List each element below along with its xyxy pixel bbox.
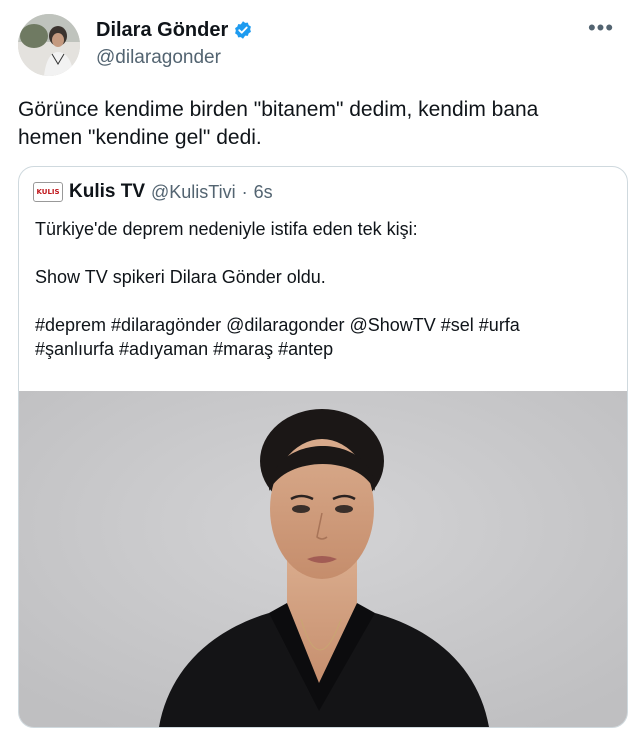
quoted-tweet[interactable]: KULIS Kulis TV @KulisTivi · 6s Türkiye'd… — [18, 166, 628, 728]
avatar[interactable] — [18, 14, 80, 76]
quoted-author-handle[interactable]: @KulisTivi — [151, 182, 236, 203]
portrait-photo — [19, 391, 627, 727]
tweet: Dilara Gönder @dilaragonder ••• Görünce … — [0, 0, 635, 732]
author-handle[interactable]: @dilaragonder — [96, 45, 253, 71]
avatar-photo — [18, 14, 80, 76]
quoted-author-name[interactable]: Kulis TV — [69, 181, 145, 203]
author-name[interactable]: Dilara Gönder — [96, 17, 228, 43]
verified-badge-icon — [233, 20, 253, 40]
kulis-tv-logo: KULIS — [33, 182, 63, 202]
author-block: Dilara Gönder @dilaragonder — [96, 17, 253, 71]
quoted-timestamp[interactable]: 6s — [254, 182, 273, 203]
quoted-tweet-image[interactable] — [19, 391, 627, 727]
more-horizontal-icon: ••• — [587, 15, 615, 40]
quoted-tweet-header: KULIS Kulis TV @KulisTivi · 6s — [33, 181, 273, 203]
more-options-button[interactable]: ••• — [587, 14, 615, 42]
separator-dot: · — [241, 181, 248, 202]
quoted-tweet-text: Türkiye'de deprem nedeniyle istifa eden … — [35, 219, 520, 359]
tweet-text: Görünce kendime birden "bitanem" dedim, … — [18, 98, 539, 149]
